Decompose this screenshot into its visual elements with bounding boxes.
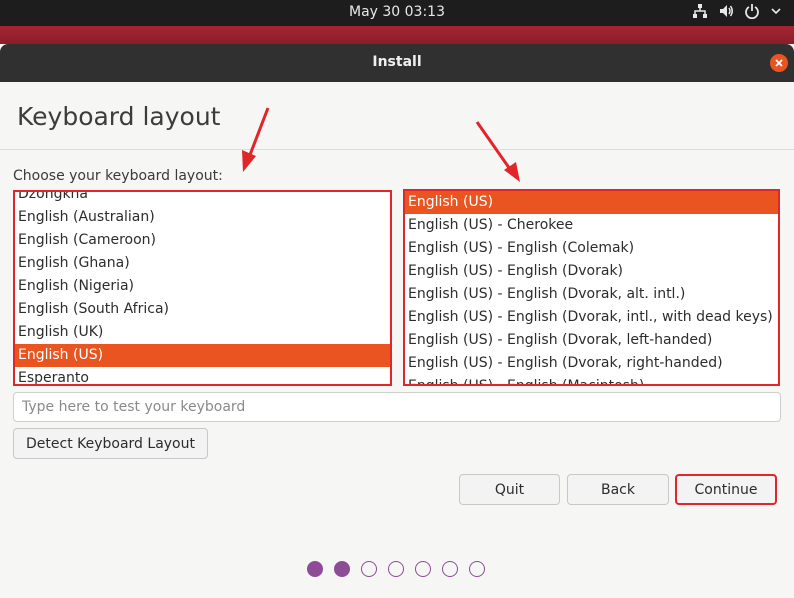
- detect-layout-button[interactable]: Detect Keyboard Layout: [13, 428, 208, 459]
- layout-list-item[interactable]: English (UK): [15, 321, 390, 344]
- variant-list-item[interactable]: English (US) - English (Dvorak, left-han…: [405, 329, 778, 352]
- step-dot: [415, 561, 431, 577]
- choose-layout-label: Choose your keyboard layout:: [13, 168, 223, 184]
- layout-list[interactable]: Dzongkha English (Australian) English (Cam…: [13, 190, 392, 386]
- layout-list-item[interactable]: English (US): [15, 344, 390, 367]
- variant-list-item[interactable]: English (US) - English (Macintosh): [405, 375, 778, 384]
- close-icon: [775, 59, 783, 67]
- power-icon[interactable]: [744, 3, 760, 19]
- window-titlebar[interactable]: Install: [0, 44, 794, 82]
- variant-list[interactable]: English (US) English (US) - Cherokee Engli…: [403, 189, 780, 386]
- layout-list-items: Dzongkha English (Australian) English (Cam…: [15, 192, 390, 384]
- volume-icon[interactable]: [718, 3, 734, 19]
- layout-list-item[interactable]: English (Australian): [15, 206, 390, 229]
- page-title: Keyboard layout: [17, 102, 221, 131]
- variant-list-item[interactable]: English (US): [405, 191, 778, 214]
- variant-list-item[interactable]: English (US) - English (Dvorak, alt. int…: [405, 283, 778, 306]
- step-dot: [361, 561, 377, 577]
- variant-list-item[interactable]: English (US) - English (Dvorak, intl., w…: [405, 306, 778, 329]
- chevron-down-icon[interactable]: [770, 5, 782, 17]
- variant-list-item[interactable]: English (US) - English (Colemak): [405, 237, 778, 260]
- desktop-background: [0, 26, 794, 44]
- system-tray[interactable]: [692, 3, 782, 19]
- layout-list-item[interactable]: English (Ghana): [15, 252, 390, 275]
- layout-list-item[interactable]: English (Cameroon): [15, 229, 390, 252]
- variant-list-item[interactable]: English (US) - English (Dvorak): [405, 260, 778, 283]
- layout-list-item[interactable]: Esperanto: [15, 367, 390, 384]
- step-dot: [388, 561, 404, 577]
- back-button[interactable]: Back: [567, 474, 669, 505]
- layout-list-item[interactable]: English (South Africa): [15, 298, 390, 321]
- continue-button[interactable]: Continue: [675, 474, 777, 505]
- quit-button[interactable]: Quit: [459, 474, 560, 505]
- step-dot: [469, 561, 485, 577]
- window-content: Keyboard layout Choose your keyboard lay…: [0, 82, 794, 598]
- step-progress: [307, 561, 485, 577]
- layout-list-item[interactable]: English (Nigeria): [15, 275, 390, 298]
- keyboard-test-input[interactable]: [13, 392, 781, 422]
- layout-list-item[interactable]: Dzongkha: [15, 192, 390, 206]
- window-title: Install: [372, 54, 422, 70]
- top-panel: May 30 03:13: [0, 0, 794, 26]
- variant-list-item[interactable]: English (US) - Cherokee: [405, 214, 778, 237]
- close-button[interactable]: [770, 54, 788, 72]
- network-icon[interactable]: [692, 3, 708, 19]
- step-dot: [442, 561, 458, 577]
- variant-list-items: English (US) English (US) - Cherokee Engli…: [405, 191, 778, 384]
- step-dot: [307, 561, 323, 577]
- clock[interactable]: May 30 03:13: [0, 4, 794, 20]
- header-divider: [0, 149, 794, 150]
- step-dot: [334, 561, 350, 577]
- variant-list-item[interactable]: English (US) - English (Dvorak, right-ha…: [405, 352, 778, 375]
